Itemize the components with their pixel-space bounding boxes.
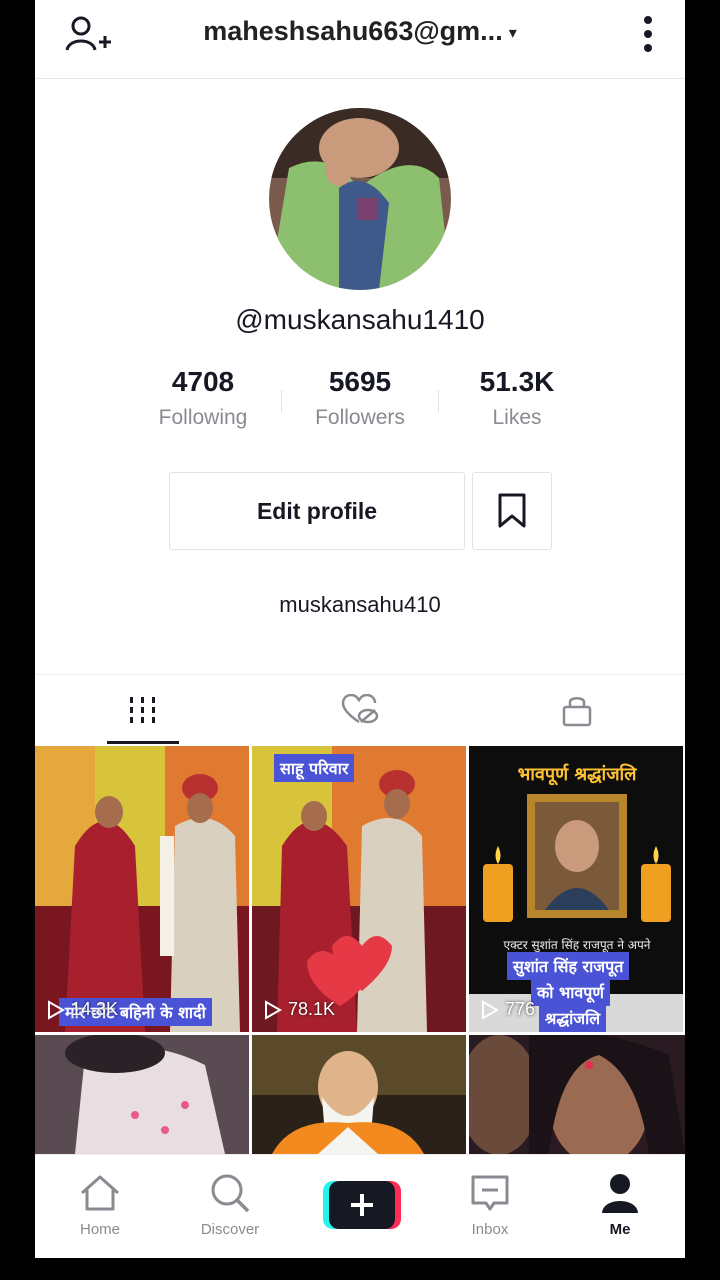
view-count-text: 14.3K	[71, 999, 119, 1019]
favorites-button[interactable]	[472, 472, 552, 550]
following-label: Following	[158, 406, 248, 429]
profile-username: @muskansahu1410	[235, 304, 485, 335]
view-count-text: 776	[505, 999, 536, 1019]
stat-followers[interactable]: 5695 Followers	[282, 366, 438, 430]
likes-count: 51.3K	[479, 366, 555, 397]
heart-hidden-icon	[341, 694, 379, 724]
lock-icon	[562, 697, 592, 727]
video-thumbnail[interactable]	[469, 1035, 685, 1154]
nav-home[interactable]: Home	[35, 1155, 165, 1258]
tab-videos[interactable]	[35, 675, 251, 745]
grid-icon	[130, 697, 155, 723]
content-tabs	[35, 674, 685, 745]
video-caption: को भावपूर्ण	[531, 978, 610, 1006]
video-caption: साहू परिवार	[274, 754, 355, 782]
search-icon	[211, 1174, 250, 1213]
view-count: 78.1K	[264, 999, 335, 1020]
profile-stats: 4708 Following 5695 Followers 51.3K Like…	[125, 366, 595, 446]
bookmark-icon	[498, 493, 526, 528]
stat-following[interactable]: 4708 Following	[125, 366, 281, 430]
active-tab-indicator	[107, 741, 179, 744]
following-count: 4708	[171, 366, 235, 397]
view-count: 776	[481, 999, 535, 1020]
add-user-icon[interactable]	[65, 12, 113, 56]
video-grid: मोर छोट बहिनी के शादी 14.3K साहू परिवार …	[35, 746, 685, 1154]
video-thumbnail[interactable]	[35, 1035, 249, 1154]
video-caption: श्रद्धांजलि	[539, 1004, 607, 1032]
more-options-icon[interactable]	[641, 14, 655, 54]
play-icon	[48, 999, 65, 1020]
video-caption: सुशांत सिंह राजपूत	[507, 952, 630, 980]
stat-likes[interactable]: 51.3K Likes	[439, 366, 595, 430]
view-count: 14.3K	[47, 999, 118, 1020]
create-button[interactable]	[323, 1181, 401, 1229]
nav-inbox-label: Inbox	[471, 1221, 509, 1238]
account-switcher[interactable]: maheshsahu663@gm... ▾	[145, 16, 575, 47]
nav-me[interactable]: Me	[555, 1155, 685, 1258]
home-icon	[81, 1175, 119, 1211]
profile-icon	[602, 1174, 638, 1213]
profile-bio: muskansahu410	[279, 592, 441, 617]
video-thumbnail[interactable]	[252, 1035, 466, 1154]
likes-label: Likes	[492, 406, 542, 429]
edit-profile-button[interactable]: Edit profile	[169, 472, 465, 550]
tab-liked[interactable]	[252, 675, 468, 745]
nav-home-label: Home	[79, 1221, 120, 1238]
video-subtitle-text: एक्टर सुशांत सिंह राजपूत ने अपने	[503, 938, 651, 952]
nav-discover-label: Discover	[200, 1221, 260, 1238]
video-thumbnail[interactable]: भावपूर्ण श्रद्धांजलि एक्टर सुशांत सिंह र…	[469, 746, 683, 1032]
video-thumbnail[interactable]: मोर छोट बहिनी के शादी 14.3K	[35, 746, 249, 1032]
video-thumbnail[interactable]: साहू परिवार 78.1K	[252, 746, 466, 1032]
profile-screen: maheshsahu663@gm... ▾ @muskansahu1410 470…	[35, 0, 685, 1258]
bottom-nav: Home Discover Inbox Me	[35, 1154, 685, 1258]
tab-private[interactable]	[469, 675, 685, 745]
play-icon	[265, 999, 282, 1020]
followers-count: 5695	[328, 366, 392, 397]
view-count-text: 78.1K	[288, 999, 336, 1019]
account-name: maheshsahu663@gm...	[203, 16, 503, 46]
play-icon	[482, 999, 499, 1020]
top-bar: maheshsahu663@gm... ▾	[35, 0, 685, 79]
video-title-text: भावपूर्ण श्रद्धांजलि	[517, 764, 637, 785]
chevron-down-icon: ▾	[508, 24, 517, 42]
nav-inbox[interactable]: Inbox	[425, 1155, 555, 1258]
avatar[interactable]	[269, 108, 451, 290]
nav-discover[interactable]: Discover	[165, 1155, 295, 1258]
nav-me-label: Me	[609, 1221, 631, 1238]
inbox-icon	[471, 1175, 509, 1211]
followers-label: Followers	[315, 406, 405, 429]
